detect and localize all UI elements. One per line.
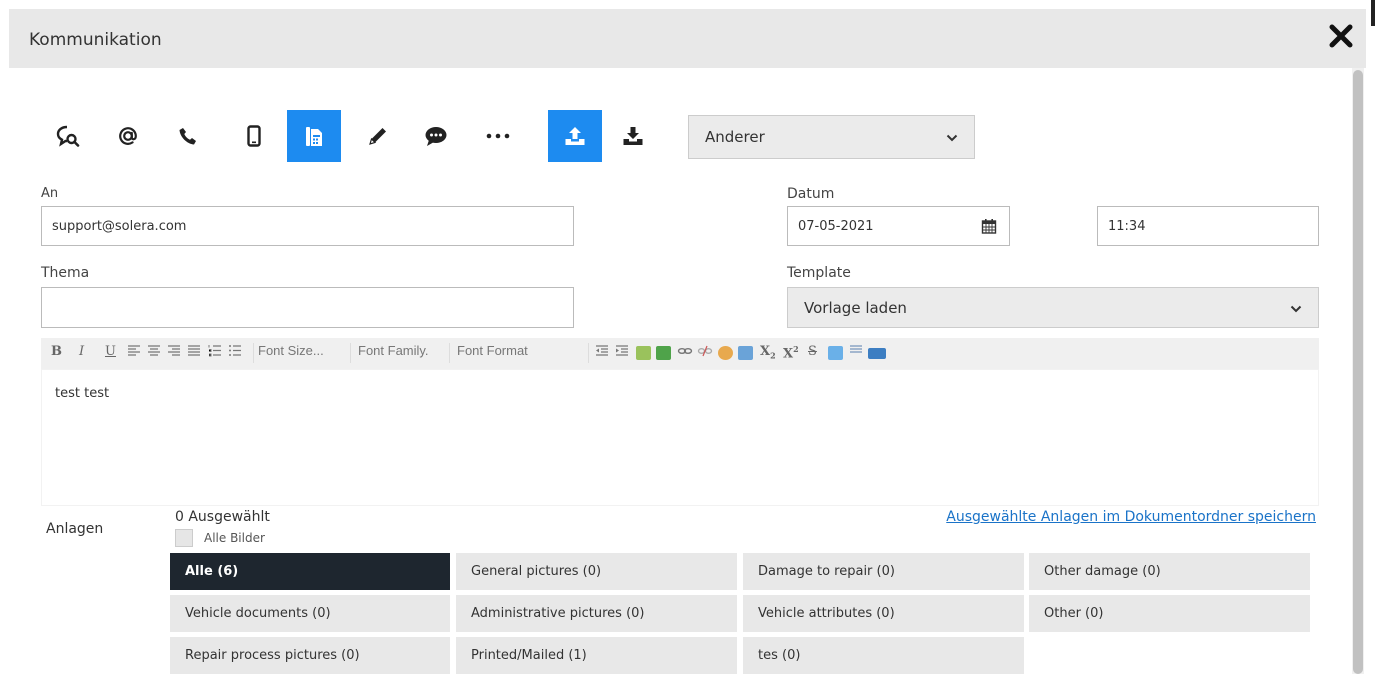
window-edge-marker — [1371, 0, 1375, 26]
bold-button[interactable]: B — [51, 344, 62, 362]
category-tab-vehicle-attributes[interactable]: Vehicle attributes (0) — [743, 595, 1024, 632]
date-label: Datum — [787, 186, 835, 202]
fax-icon[interactable] — [287, 110, 341, 162]
attachments-label: Anlagen — [46, 521, 104, 537]
subscript-icon[interactable]: X2 — [760, 344, 776, 362]
horizontal-rule-icon[interactable] — [849, 344, 863, 362]
superscript-icon[interactable]: X2 — [783, 344, 799, 362]
chat-search-icon[interactable] — [46, 110, 90, 162]
all-images-checkbox[interactable] — [175, 529, 193, 547]
category-tab-all[interactable]: Alle (6) — [170, 553, 450, 590]
message-editor[interactable]: test test — [41, 369, 1319, 506]
selected-count: 0 Ausgewählt — [175, 509, 270, 525]
phone-icon[interactable] — [166, 110, 210, 162]
font-size-select[interactable]: Font Size... — [253, 343, 351, 363]
calendar-icon[interactable] — [981, 218, 997, 238]
link-icon[interactable] — [677, 344, 693, 362]
font-format-select[interactable]: Font Format — [453, 343, 589, 363]
category-tab-damage-to-repair[interactable]: Damage to repair (0) — [743, 553, 1024, 590]
category-tab-other-damage[interactable]: Other damage (0) — [1029, 553, 1310, 590]
template-label: Template — [787, 265, 851, 281]
close-icon[interactable] — [1328, 23, 1354, 49]
category-tab-vehicle-documents[interactable]: Vehicle documents (0) — [170, 595, 450, 632]
category-tab-administrative-pictures[interactable]: Administrative pictures (0) — [456, 595, 737, 632]
at-icon[interactable] — [106, 110, 150, 162]
underline-button[interactable]: U — [105, 344, 116, 362]
top-edge — [0, 0, 1375, 9]
date-value: 07-05-2021 — [798, 218, 874, 234]
template-value: Vorlage laden — [804, 298, 907, 317]
download-icon[interactable] — [611, 110, 655, 162]
insert-image-icon[interactable] — [636, 346, 651, 360]
chevron-down-icon — [946, 128, 958, 146]
date-field[interactable]: 07-05-2021 — [787, 206, 1010, 246]
more-icon[interactable] — [476, 110, 520, 162]
subject-label: Thema — [41, 265, 90, 281]
align-center-icon[interactable] — [147, 344, 161, 362]
italic-button[interactable]: I — [79, 344, 84, 362]
align-right-icon[interactable] — [167, 344, 181, 362]
dialog-title: Kommunikation — [29, 30, 162, 50]
html-source-icon[interactable] — [868, 348, 886, 359]
time-field[interactable]: 11:34 — [1097, 206, 1319, 246]
all-images-label: Alle Bilder — [204, 531, 265, 545]
communication-type-select[interactable]: Anderer — [688, 115, 975, 159]
category-tab-tes[interactable]: tes (0) — [743, 637, 1024, 674]
subject-field[interactable] — [41, 287, 574, 328]
strikethrough-icon[interactable]: S — [808, 344, 817, 362]
upload-icon[interactable] — [548, 110, 602, 162]
unordered-list-icon[interactable] — [228, 344, 242, 362]
font-family-select[interactable]: Font Family. — [354, 343, 450, 363]
category-tab-repair-process-pictures[interactable]: Repair process pictures (0) — [170, 637, 450, 674]
communication-type-value: Anderer — [705, 128, 765, 146]
category-tab-other[interactable]: Other (0) — [1029, 595, 1310, 632]
category-tab-printed-mailed[interactable]: Printed/Mailed (1) — [456, 637, 737, 674]
to-field[interactable]: support@solera.com — [41, 206, 574, 246]
template-select[interactable]: Vorlage laden — [787, 287, 1319, 328]
editor-toolbar: B I U Font Size... Font Family. Font For… — [41, 338, 1319, 369]
scrollbar-thumb[interactable] — [1353, 70, 1363, 674]
remove-format-icon[interactable] — [828, 346, 843, 360]
pencil-icon[interactable] — [356, 110, 400, 162]
image-manager-icon[interactable] — [656, 346, 671, 360]
to-value: support@solera.com — [52, 218, 187, 234]
comment-icon[interactable] — [414, 110, 458, 162]
align-left-icon[interactable] — [127, 344, 141, 362]
time-value: 11:34 — [1108, 218, 1146, 234]
message-body: test test — [55, 386, 110, 401]
save-attachments-link[interactable]: Ausgewählte Anlagen im Dokumentordner sp… — [946, 509, 1316, 525]
mobile-icon[interactable] — [232, 110, 276, 162]
to-label: An — [41, 186, 59, 201]
category-tab-general-pictures[interactable]: General pictures (0) — [456, 553, 737, 590]
align-justify-icon[interactable] — [187, 344, 201, 362]
unlink-icon[interactable] — [697, 344, 713, 362]
color-picker-icon[interactable] — [718, 346, 733, 360]
vertical-scrollbar[interactable] — [1352, 68, 1364, 674]
outdent-icon[interactable] — [595, 344, 609, 362]
chevron-down-icon — [1290, 299, 1302, 317]
dialog-header: Kommunikation — [9, 9, 1366, 68]
indent-icon[interactable] — [615, 344, 629, 362]
ordered-list-icon[interactable] — [208, 344, 222, 362]
edit-document-icon[interactable] — [738, 346, 753, 360]
